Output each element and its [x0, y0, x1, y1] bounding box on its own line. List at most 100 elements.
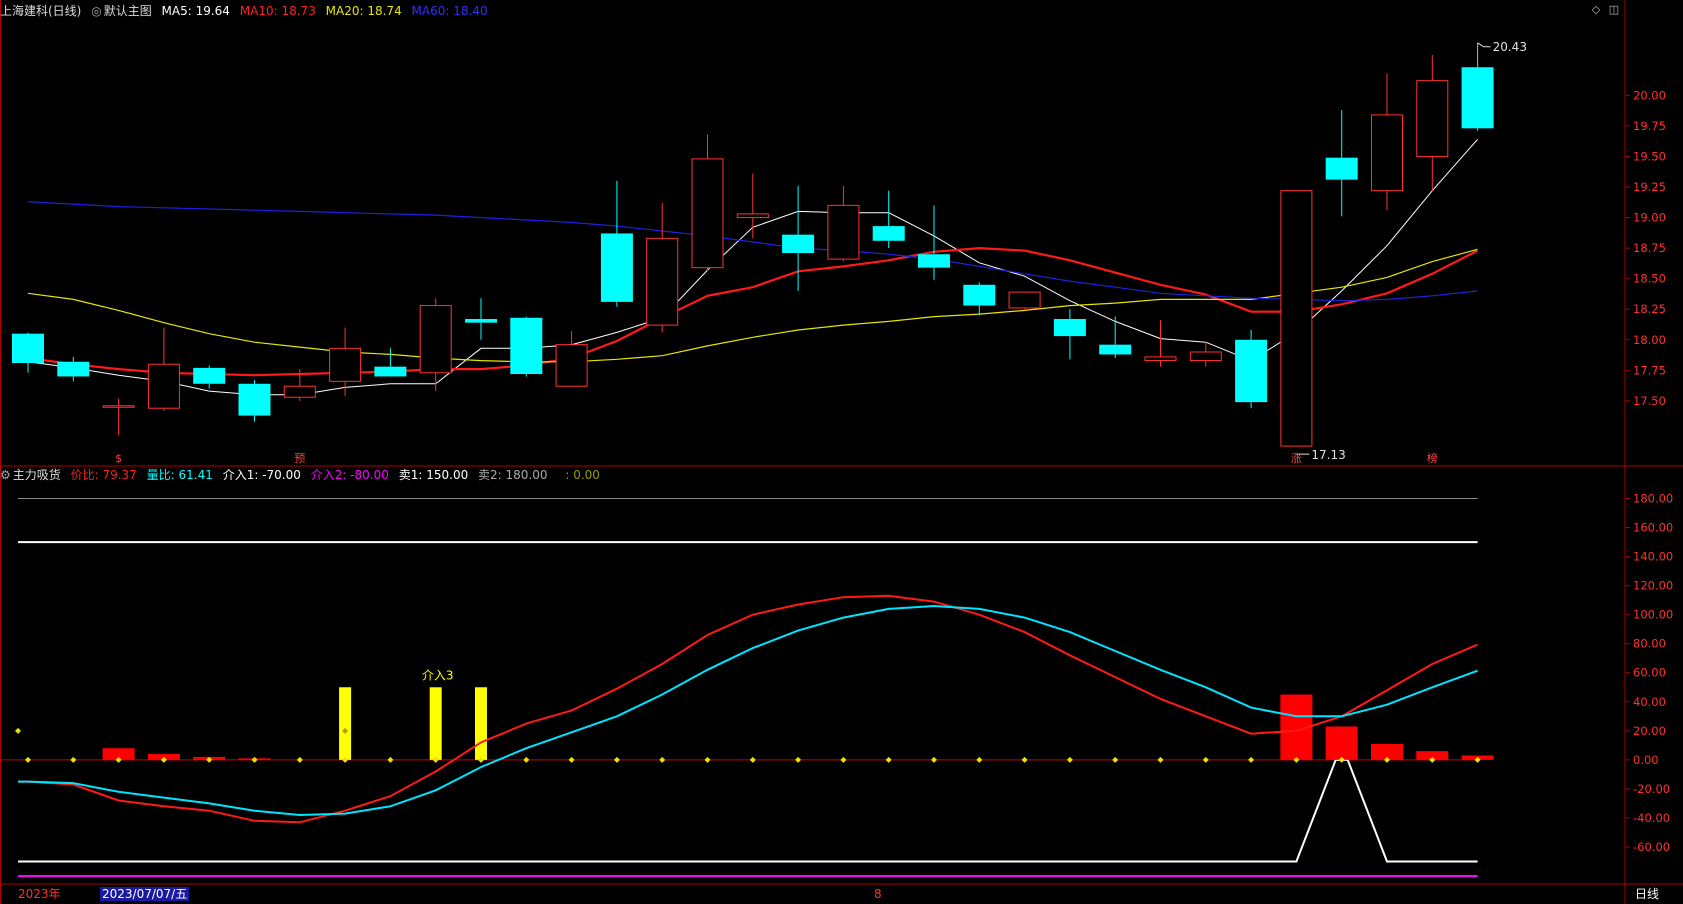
ma10-label: MA10: 18.73 [239, 4, 316, 18]
candle-body-down [510, 317, 543, 374]
zero-dot [704, 756, 711, 763]
template-selector[interactable]: 默认主图 [104, 4, 152, 18]
price-tick-label: 19.50 [1633, 149, 1666, 163]
candle-body-up [1416, 80, 1449, 157]
candle-body-up [1280, 190, 1313, 447]
price-tick-label: 17.50 [1633, 394, 1666, 408]
candle-body-up [283, 385, 316, 398]
price-tick-label: 20.00 [1633, 88, 1666, 102]
zero-dot [523, 756, 530, 763]
candle-body-up [691, 158, 724, 269]
candle-body-up [419, 305, 452, 374]
zero-dot [795, 756, 802, 763]
ma5-label: MA5: 19.64 [161, 4, 230, 18]
template-icon: ◎ [91, 4, 102, 18]
price-tick-label: 19.00 [1633, 211, 1666, 225]
jieru1-label: 介入1: -70.00 [222, 468, 301, 482]
candle-body-up [1144, 356, 1177, 362]
candle-body-down [465, 319, 497, 323]
price-tick-label: 17.75 [1633, 363, 1666, 377]
zero-dot [749, 756, 756, 763]
zero-dot [70, 756, 77, 763]
zero-dot [1248, 756, 1255, 763]
indicator-tick-label: 60.00 [1633, 666, 1666, 680]
zero-dot [1021, 756, 1028, 763]
indicator-yellow-bar [475, 687, 487, 760]
price-tick-label: 18.00 [1633, 333, 1666, 347]
candle-body-up [1371, 114, 1403, 192]
indicator-header: ⚙ 主力吸货 价比: 79.37 量比: 61.41 介入1: -70.00 介入… [0, 466, 606, 484]
candle-body-up [1189, 351, 1222, 362]
indicator-yellow-bar [429, 687, 442, 760]
zero-dot [885, 756, 892, 763]
candle-body-down [600, 233, 633, 302]
main-chart-header: 上海建科(日线) ◎ 默认主图 MA5: 19.64 MA10: 18.73 MA… [0, 2, 494, 20]
candle-body-down [374, 366, 407, 377]
zero-dot [931, 756, 937, 763]
candle-body-up [147, 363, 180, 409]
panel-toggle-icon[interactable]: ◫ [1608, 4, 1620, 16]
indicator-tick-label: 160.00 [1633, 521, 1673, 535]
signal-marker-label: 预 [294, 452, 305, 465]
indicator-tick-label: -60.00 [1633, 840, 1670, 854]
month-label: 8 [874, 887, 882, 901]
candle-body-down [1325, 157, 1358, 180]
zero-dot [613, 756, 620, 763]
candle-body-up [555, 344, 588, 387]
zero-dot [1202, 756, 1209, 763]
candle-body-down [1099, 344, 1132, 355]
diamond-icon[interactable]: ◇ [1590, 4, 1602, 16]
signal-marker-label: 榜 [1427, 451, 1438, 465]
zero-dot [1112, 756, 1119, 763]
zero-dot [387, 756, 394, 763]
indicator-tick-label: 80.00 [1633, 637, 1666, 651]
candle-body-down [1461, 67, 1494, 129]
mai1-label: 卖1: 150.00 [398, 468, 469, 482]
indicator-tick-label: -20.00 [1633, 782, 1670, 796]
signal-marker-label: 涨 [1291, 452, 1302, 465]
ma20-label: MA20: 18.74 [325, 4, 402, 18]
ma60-label: MA60: 18.40 [411, 4, 488, 18]
candle-body-up [736, 213, 769, 219]
candle-body-down [963, 284, 996, 306]
high-price-label: 20.43 [1493, 40, 1527, 54]
zero-dot [1157, 756, 1164, 763]
price-tick-label: 18.50 [1633, 272, 1666, 286]
price-tick-label: 18.25 [1633, 302, 1666, 316]
zero-dot [840, 756, 847, 763]
stock-title[interactable]: 上海建科(日线) [0, 4, 81, 18]
cursor-date-label: 2023/07/07/五 [100, 887, 190, 901]
indicator-name[interactable]: 主力吸货 [13, 468, 61, 482]
signal-marker-label: $ [115, 452, 122, 465]
jieru2-label: 介入2: -80.00 [310, 468, 389, 482]
low-price-label: 17.13 [1311, 448, 1345, 462]
candle-body-up [646, 237, 679, 326]
price-tick-label: 19.75 [1633, 119, 1666, 133]
stock-chart-window: 17.50 17.75 18.00 18.25 18.50 18.75 19.00 19.25… [0, 0, 1683, 904]
candle-body-down [1235, 339, 1268, 403]
candle-body-down [872, 226, 905, 241]
price-tick-label: 18.75 [1633, 241, 1666, 255]
candle-body-down [57, 361, 90, 377]
candle-body-up [102, 405, 135, 408]
indicator-tick-label: 20.00 [1633, 724, 1666, 738]
blank-value-label: : 0.00 [565, 468, 600, 482]
indicator-tick-label: 40.00 [1633, 695, 1666, 709]
indicator-settings-icon[interactable]: ⚙ [0, 468, 11, 482]
jieru3-annotation: 介入3 [422, 668, 454, 682]
mai2-label: 卖2: 180.00 [478, 468, 548, 482]
high-price-pointer [1477, 42, 1491, 48]
liangbi-label: 量比: 61.41 [146, 468, 213, 482]
period-button[interactable]: 日线 [1635, 887, 1659, 901]
zero-dot [25, 756, 31, 763]
indicator-tick-label: -40.00 [1633, 811, 1670, 825]
candle-body-down [238, 383, 271, 416]
indicator-tick-label: 180.00 [1633, 492, 1673, 506]
candle-body-up [827, 204, 860, 260]
candle-body-down [782, 234, 815, 253]
zero-dot [568, 756, 575, 763]
candle-body-down [12, 333, 44, 363]
price-tick-label: 19.25 [1633, 180, 1666, 194]
zero-dot [659, 756, 666, 763]
zero-dot [251, 756, 258, 763]
